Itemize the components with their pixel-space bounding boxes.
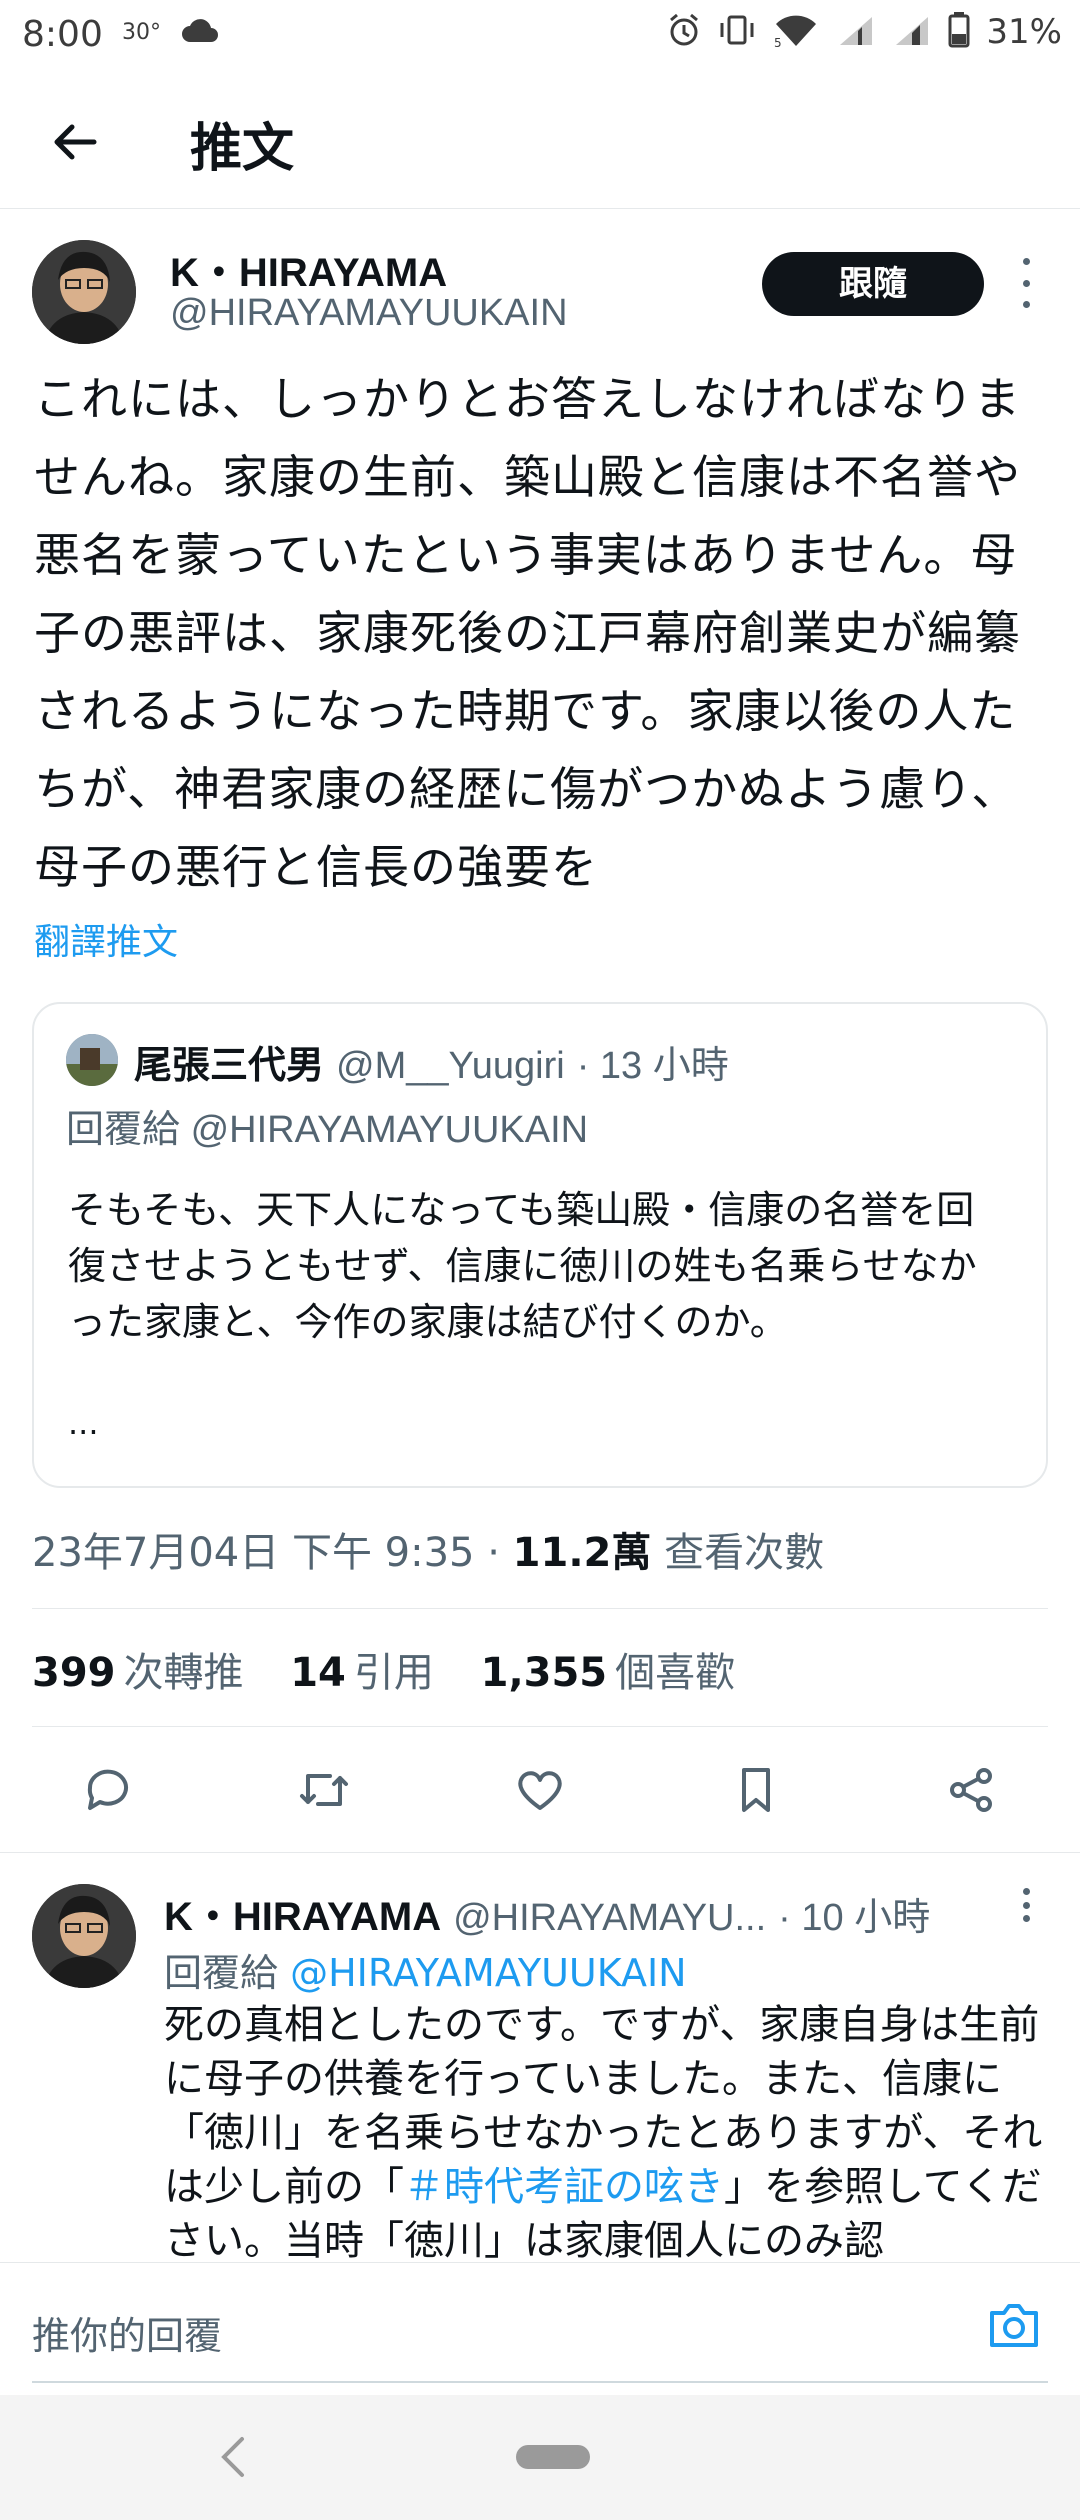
quoted-reply-to: 回覆給 @HIRAYAMAYUUKAIN [66, 1098, 588, 1153]
page-title: 推文 [190, 119, 295, 179]
reply-composer: 推你的回覆 [0, 2262, 1080, 2388]
quoted-reply-to-handle: @HIRAYAMAYUUKAIN [190, 1109, 589, 1151]
top-app-bar: 推文 [0, 70, 1080, 209]
status-temperature: 30° [122, 20, 161, 45]
reply-author-avatar[interactable] [32, 1884, 136, 1988]
like-label[interactable]: 個喜歡 [615, 1650, 735, 1696]
quote-count[interactable]: 14 [290, 1650, 346, 1696]
reply-time: · 10 小時 [778, 1897, 931, 1939]
back-arrow-icon[interactable] [46, 112, 106, 172]
like-icon[interactable] [500, 1750, 580, 1830]
reply-icon[interactable] [68, 1750, 148, 1830]
signal-icon [836, 13, 876, 51]
tweet-stats: 399 次轉推 14 引用 1,355 個喜歡 [32, 1640, 735, 1698]
author-name[interactable]: K・HIRAYAMA [170, 240, 447, 298]
quoted-text: そもそも、天下人になっても築山殿・信康の名誉を回復させようともせず、信康に徳川の… [68, 1188, 977, 1344]
follow-button[interactable]: 跟隨 [762, 252, 984, 316]
divider [32, 1726, 1048, 1727]
quoted-ellipsis: ... [68, 1404, 99, 1442]
nav-home-pill[interactable] [516, 2445, 590, 2469]
reply-input[interactable]: 推你的回覆 [32, 2305, 222, 2360]
reply-more-options-icon[interactable] [1016, 1888, 1036, 1922]
alarm-icon [666, 12, 702, 52]
like-count[interactable]: 1,355 [481, 1650, 608, 1696]
author-handle[interactable]: @HIRAYAMAYUUKAIN [170, 292, 568, 335]
quoted-author-avatar [66, 1034, 118, 1086]
reply-author-handle[interactable]: @HIRAYAMAYU... [453, 1897, 766, 1940]
vibrate-icon [718, 13, 756, 51]
retweet-count[interactable]: 399 [32, 1650, 116, 1696]
reply-header: K・HIRAYAMA @HIRAYAMAYU... · 10 小時 [164, 1884, 930, 1942]
cloud-icon [180, 18, 220, 48]
reply-text: 死の真相としたのです。ですが、家康自身は生前に母子の供養を行っていました。また、… [164, 1998, 1054, 2262]
share-icon[interactable] [932, 1750, 1012, 1830]
battery-icon [948, 12, 970, 52]
retweet-label[interactable]: 次轉推 [124, 1650, 244, 1696]
system-nav-bar [0, 2395, 1080, 2520]
quote-label[interactable]: 引用 [354, 1650, 434, 1696]
translate-tweet-link[interactable]: 翻譯推文 [34, 913, 178, 965]
divider [32, 1608, 1048, 1609]
divider [0, 1852, 1080, 1853]
more-options-icon[interactable] [1016, 258, 1036, 308]
status-time: 8:00 [22, 14, 103, 55]
quoted-author-name: 尾張三代男 [134, 1045, 325, 1087]
retweet-icon[interactable] [284, 1750, 364, 1830]
status-right: 5 31% [666, 12, 1062, 52]
author-avatar[interactable] [32, 240, 136, 344]
tweet-actions [0, 1750, 1080, 1830]
quoted-time: · 13 小時 [576, 1045, 729, 1087]
reply-reply-to: 回覆給 @HIRAYAMAYUUKAIN [164, 1942, 687, 1997]
quoted-tweet[interactable]: 尾張三代男 @M__Yuugiri · 13 小時 回覆給 @HIRAYAMAY… [32, 1002, 1048, 1488]
tweet-timestamp: 23年7月04日 下午 9:35 · [32, 1530, 500, 1576]
status-bar: 8:00 30° 5 31% [0, 0, 1080, 70]
quoted-header: 尾張三代男 @M__Yuugiri · 13 小時 [134, 1034, 729, 1089]
wifi-icon: 5 [772, 12, 820, 52]
nav-back-icon[interactable] [218, 2435, 248, 2483]
hashtag-link[interactable]: ＃時代考証の呟き [404, 2164, 724, 2210]
signal-icon-2 [892, 13, 932, 51]
camera-icon[interactable] [986, 2299, 1042, 2355]
composer-underline [32, 2381, 1048, 2383]
reply-reply-to-label: 回覆給 [164, 1953, 279, 1995]
svg-text:5: 5 [774, 36, 782, 48]
tweet-meta: 23年7月04日 下午 9:35 · 11.2萬 查看次數 [32, 1520, 824, 1578]
bookmark-icon[interactable] [716, 1750, 796, 1830]
view-count[interactable]: 11.2萬 [513, 1530, 652, 1576]
quoted-author-handle: @M__Yuugiri [336, 1045, 565, 1087]
battery-percent: 31% [986, 12, 1062, 52]
quoted-reply-to-label: 回覆給 [66, 1109, 181, 1151]
reply-reply-to-handle[interactable]: @HIRAYAMAYUUKAIN [290, 1951, 687, 1995]
reply-author-name[interactable]: K・HIRAYAMA [164, 1884, 441, 1942]
tweet-text: これには、しっかりとお答えしなければなりませんね。家康の生前、築山殿と信康は不名… [34, 372, 1021, 894]
view-count-label[interactable]: 查看次數 [664, 1530, 824, 1576]
